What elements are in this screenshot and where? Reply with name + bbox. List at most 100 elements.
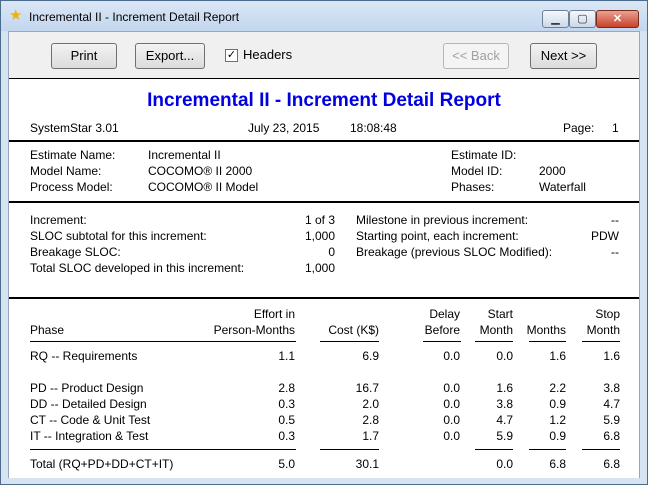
row-start: 1.6 [496,381,513,395]
row-months: 0.9 [549,429,566,443]
increment-value: 1 of 3 [304,213,335,227]
row-cost: 1.7 [362,429,379,443]
row-effort: 0.3 [278,429,295,443]
row-cost: 2.8 [362,413,379,427]
window-title: Incremental II - Increment Detail Report [29,10,240,24]
col-delay-header-1: Delay [429,307,460,321]
model-id: 2000 [539,164,566,178]
breakage-sloc-value: 0 [328,245,335,259]
next-button[interactable]: Next >> [530,43,597,69]
col-start-header-2: Month [479,323,513,337]
product-version: SystemStar 3.01 [30,121,119,135]
row-phase: IT -- Integration & Test [30,429,149,443]
col-delay-header-2: Before [424,323,460,337]
total-cost: 30.1 [355,457,379,471]
maximize-button[interactable]: ▢ [569,10,596,28]
page-label: Page: [563,121,595,135]
minimize-button[interactable]: ▁ [542,10,569,28]
sloc-subtotal-value: 1,000 [304,229,335,243]
divider [9,140,639,142]
total-start: 0.0 [496,457,513,471]
row-cost: 2.0 [362,397,379,411]
star-app-icon: ★ [9,7,23,24]
col-cost-header: Cost (K$) [328,323,379,337]
estimate-name-label: Estimate Name: [30,148,116,162]
model-name-label: Model Name: [30,164,102,178]
increment-label: Increment: [30,213,87,227]
sloc-subtotal-label: SLOC subtotal for this increment: [30,229,207,243]
title-bar[interactable]: ★ Incremental II - Increment Detail Repo… [1,1,647,31]
header-underline [529,341,566,342]
toolbar: Print Export... ✓ Headers << Back Next >… [9,32,639,78]
col-stop-header-2: Month [586,323,620,337]
phases-label: Phases: [451,180,495,194]
total-months: 6.8 [549,457,566,471]
estimate-name: Incremental II [148,148,221,162]
total-effort: 5.0 [278,457,295,471]
estimate-id-label: Estimate ID: [451,148,517,162]
page-number: 1 [612,121,619,135]
col-effort-header-1: Effort in [253,307,295,321]
row-phase: CT -- Code & Unit Test [30,413,151,427]
col-phase-header: Phase [30,323,65,337]
report-page[interactable]: Incremental II - Increment Detail Report… [9,78,639,478]
col-months-header: Months [526,323,566,337]
total-sloc-label: Total SLOC developed in this increment: [30,261,245,275]
report-title: Incremental II - Increment Detail Report [147,90,501,111]
export-button[interactable]: Export... [135,43,205,69]
row-cost: 6.9 [362,349,379,363]
row-phase: PD -- Product Design [30,381,144,395]
row-delay: 0.0 [443,413,460,427]
row-delay: 0.0 [443,397,460,411]
total-label: Total (RQ+PD+DD+CT+IT) [30,457,174,471]
breakage-previous-value: -- [611,245,619,259]
print-button[interactable]: Print [51,43,117,69]
row-stop: 4.7 [603,397,620,411]
header-underline [30,341,296,342]
breakage-sloc-label: Breakage SLOC: [30,245,121,259]
report-window: ★ Incremental II - Increment Detail Repo… [0,0,648,485]
row-effort: 2.8 [278,381,295,395]
row-effort: 0.3 [278,397,295,411]
model-id-label: Model ID: [451,164,503,178]
total-rule [529,449,566,450]
total-rule [320,449,379,450]
row-cost: 16.7 [355,381,379,395]
report-date: July 23, 2015 [248,121,320,135]
back-button[interactable]: << Back [443,43,509,69]
row-effort: 1.1 [278,349,295,363]
header-underline [320,341,379,342]
col-start-header-1: Start [487,307,513,321]
client-area: Print Export... ✓ Headers << Back Next >… [8,31,640,478]
col-effort-header-2: Person-Months [213,323,295,337]
milestone-label: Milestone in previous increment: [356,213,529,227]
close-button[interactable]: ✕ [596,10,639,28]
header-underline [423,341,461,342]
row-phase: RQ -- Requirements [30,349,138,363]
total-rule [30,449,296,450]
model-name: COCOMO® II 2000 [148,164,253,178]
total-stop: 6.8 [603,457,620,471]
milestone-value: -- [611,213,619,227]
headers-checkbox[interactable]: ✓ [225,49,238,62]
divider [9,297,639,299]
process-model-label: Process Model: [30,180,113,194]
report-time: 18:08:48 [350,121,397,135]
row-stop: 3.8 [603,381,620,395]
header-underline [475,341,513,342]
row-start: 3.8 [496,397,513,411]
row-stop: 5.9 [603,413,620,427]
row-phase: DD -- Detailed Design [30,397,147,411]
row-start: 4.7 [496,413,513,427]
row-start: 0.0 [496,349,513,363]
row-delay: 0.0 [443,429,460,443]
total-sloc-value: 1,000 [304,261,335,275]
row-months: 0.9 [549,397,566,411]
row-start: 5.9 [496,429,513,443]
divider [9,201,639,203]
row-months: 1.2 [549,413,566,427]
row-stop: 1.6 [603,349,620,363]
process-model: COCOMO® II Model [148,180,259,194]
total-rule [582,449,620,450]
starting-point-label: Starting point, each increment: [356,229,519,243]
